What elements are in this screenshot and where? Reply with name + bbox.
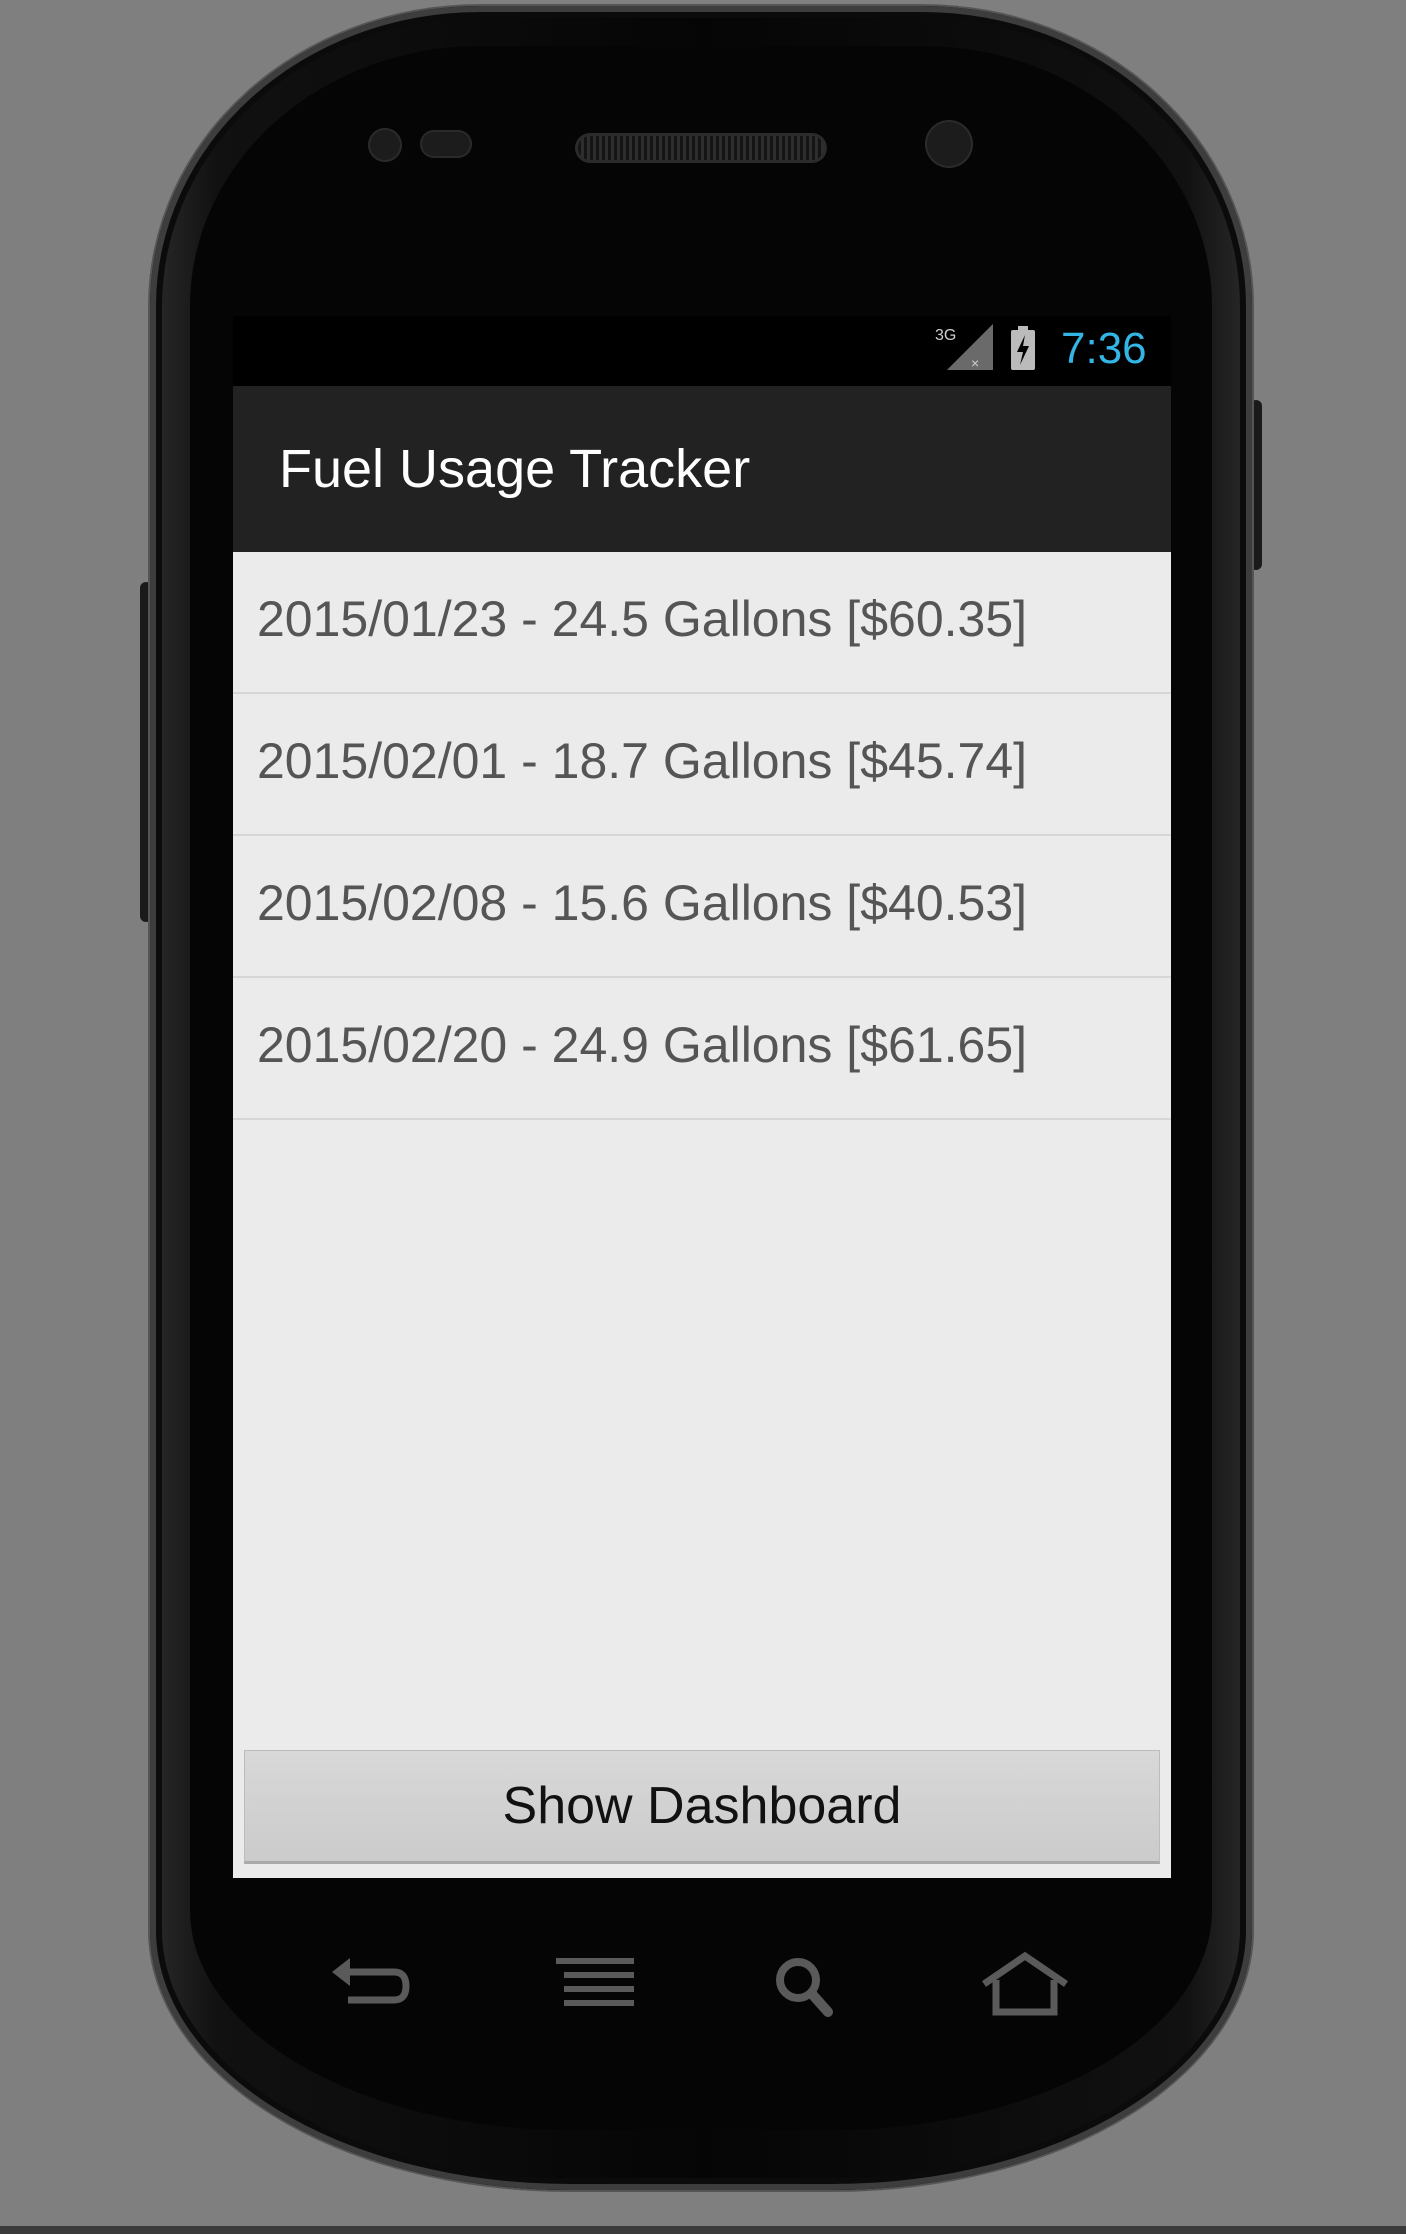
fuel-entry-item[interactable]: 2015/02/20 - 24.9 Gallons [$61.65] (233, 978, 1171, 1120)
home-icon[interactable] (980, 1950, 1070, 2020)
menu-icon[interactable] (550, 1950, 640, 2020)
proximity-sensor (368, 128, 402, 162)
app-title: Fuel Usage Tracker (279, 439, 751, 499)
fuel-entry-label: 2015/02/01 - 18.7 Gallons [$45.74] (257, 733, 1028, 789)
taskbar-strip (0, 2226, 1406, 2234)
svg-text:×: × (971, 355, 979, 370)
fuel-entry-item[interactable]: 2015/01/23 - 24.5 Gallons [$60.35] (233, 552, 1171, 694)
earpiece-speaker (575, 133, 827, 163)
network-type: 3G (935, 327, 956, 344)
status-clock: 7:36 (1061, 324, 1147, 373)
back-icon[interactable] (324, 1950, 414, 2020)
search-icon[interactable] (760, 1950, 850, 2020)
front-camera (925, 120, 973, 168)
battery-charging-icon (1011, 326, 1035, 370)
status-bar: 3G × 7:36 (233, 316, 1171, 386)
action-bar: Fuel Usage Tracker (233, 386, 1171, 552)
fuel-entry-label: 2015/02/08 - 15.6 Gallons [$40.53] (257, 875, 1028, 931)
fuel-entry-list: 2015/01/23 - 24.5 Gallons [$60.35] 2015/… (233, 552, 1171, 1120)
fuel-entry-label: 2015/01/23 - 24.5 Gallons [$60.35] (257, 591, 1028, 647)
fuel-entry-label: 2015/02/20 - 24.9 Gallons [$61.65] (257, 1017, 1028, 1073)
light-sensor (420, 130, 472, 158)
fuel-entry-item[interactable]: 2015/02/08 - 15.6 Gallons [$40.53] (233, 836, 1171, 978)
app-screen: Fuel Usage Tracker 2015/01/23 - 24.5 Gal… (233, 386, 1171, 1878)
signal-3g-icon: 3G × (935, 324, 993, 371)
fuel-entry-item[interactable]: 2015/02/01 - 18.7 Gallons [$45.74] (233, 694, 1171, 836)
show-dashboard-button[interactable]: Show Dashboard (244, 1750, 1160, 1864)
